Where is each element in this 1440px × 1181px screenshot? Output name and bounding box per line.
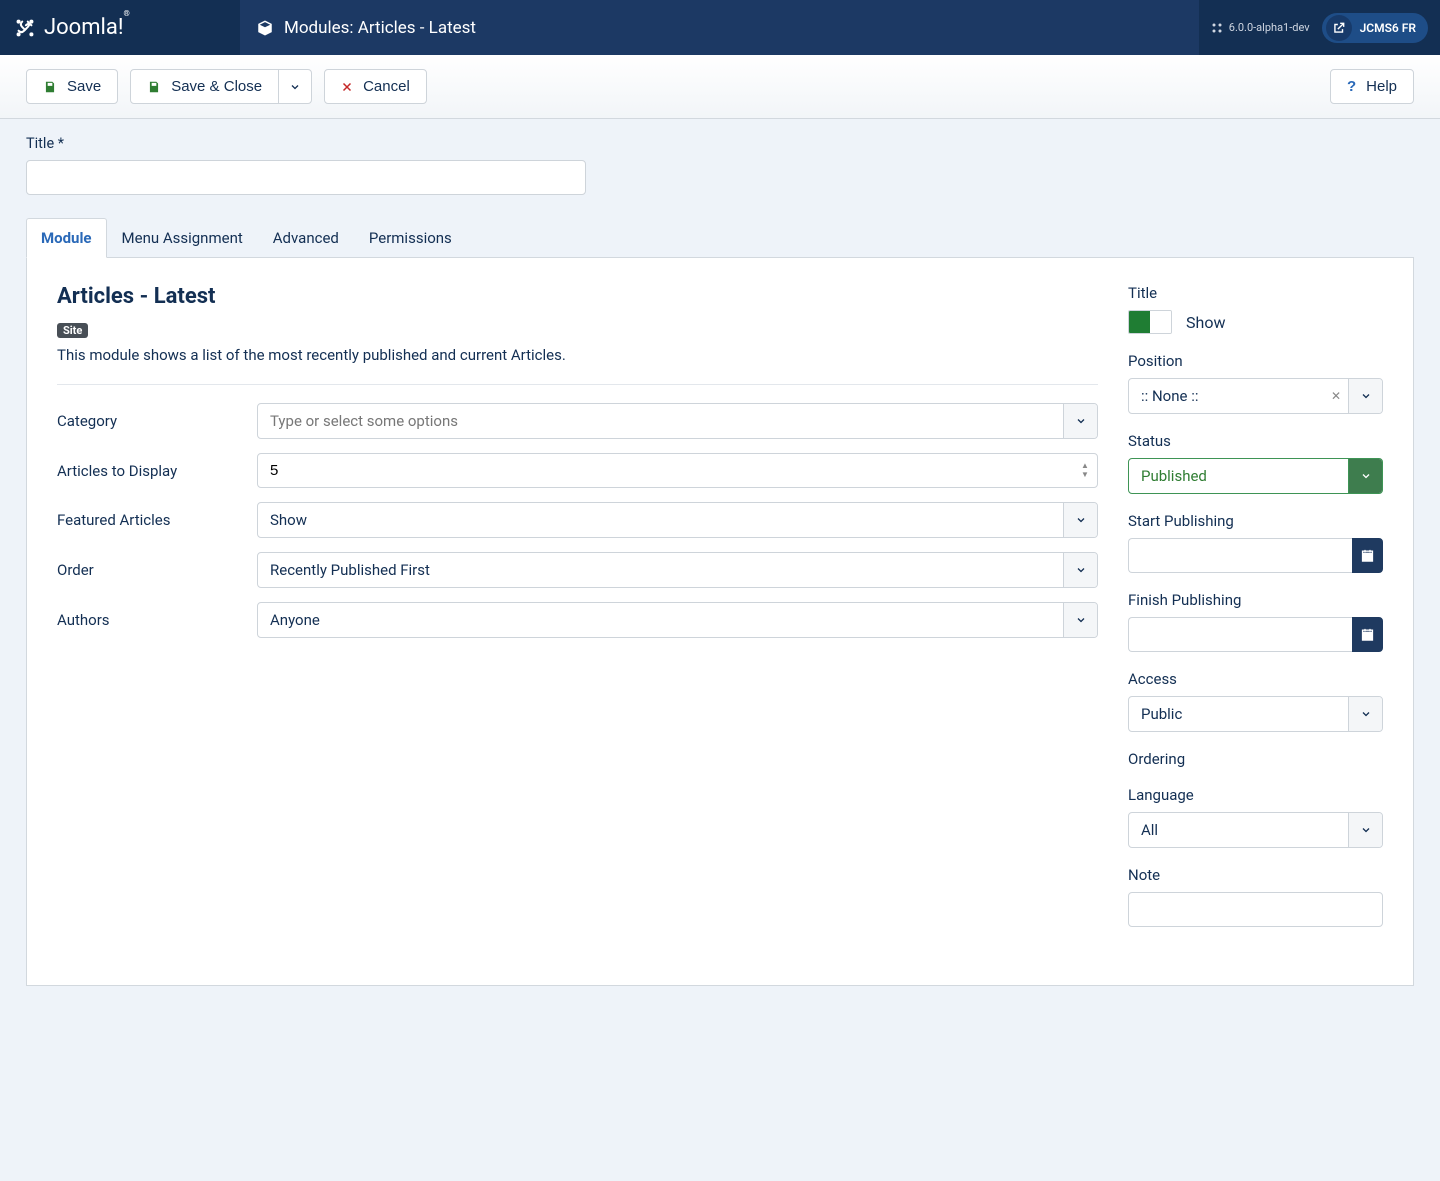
order-label: Order [57,561,257,579]
tab-menu-assignment[interactable]: Menu Assignment [107,218,258,258]
tab-advanced[interactable]: Advanced [258,218,354,258]
page-title: Modules: Articles - Latest [240,0,1199,55]
note-label: Note [1128,866,1383,884]
side-title-label: Title [1128,284,1383,302]
calendar-button[interactable] [1352,538,1383,573]
save-dropdown-toggle[interactable] [278,69,312,104]
count-input[interactable] [257,453,1098,488]
calendar-icon [1360,627,1375,642]
featured-select[interactable]: Show [257,502,1098,538]
side-column: Title Show Position :: None :: ✕ Status … [1128,284,1383,945]
brand[interactable]: Joomla!® [0,0,240,55]
tab-bar: Module Menu Assignment Advanced Permissi… [26,217,1414,258]
chevron-down-icon [1348,379,1382,413]
title-field-row: Title * [0,119,1440,195]
featured-label: Featured Articles [57,511,257,529]
title-label: Title * [26,135,1414,152]
chevron-down-icon [1063,553,1097,587]
number-spinner[interactable]: ▲▼ [1078,458,1092,482]
category-select[interactable]: Type or select some options [257,403,1098,439]
chevron-down-icon [1063,603,1097,637]
save-close-button[interactable]: Save & Close [130,69,279,104]
position-select[interactable]: :: None :: ✕ [1128,378,1383,414]
finish-publish-label: Finish Publishing [1128,591,1383,609]
divider [57,384,1098,385]
tab-module[interactable]: Module [26,218,107,258]
language-select[interactable]: All [1128,812,1383,848]
show-title-value: Show [1186,313,1225,332]
external-link-icon [1326,15,1352,41]
save-button[interactable]: Save [26,69,118,104]
position-label: Position [1128,352,1383,370]
close-icon [341,81,353,93]
module-description: This module shows a list of the most rec… [57,346,1098,364]
show-title-switch[interactable] [1128,310,1172,334]
chevron-down-icon [289,81,301,93]
help-button[interactable]: ? Help [1330,69,1414,104]
save-icon [43,80,57,94]
status-select[interactable]: Published [1128,458,1383,494]
toolbar: Save Save & Close Cancel ? Help [0,55,1440,119]
chevron-down-icon [1063,503,1097,537]
title-input[interactable] [26,160,586,195]
chevron-down-icon [1348,813,1382,847]
chevron-down-icon [1348,459,1382,493]
start-publish-label: Start Publishing [1128,512,1383,530]
brand-name: Joomla!® [44,15,130,40]
calendar-button[interactable] [1352,617,1383,652]
chevron-down-icon [1348,697,1382,731]
language-label: Language [1128,786,1383,804]
count-label: Articles to Display [57,462,257,480]
cancel-button[interactable]: Cancel [324,69,427,104]
top-bar: Joomla!® Modules: Articles - Latest 6.0.… [0,0,1440,55]
save-icon [147,80,161,94]
order-select[interactable]: Recently Published First [257,552,1098,588]
authors-label: Authors [57,611,257,629]
category-label: Category [57,412,257,430]
chevron-down-icon [1063,404,1097,438]
ordering-label: Ordering [1128,750,1383,768]
start-publish-input[interactable] [1128,538,1352,573]
authors-select[interactable]: Anyone [257,602,1098,638]
joomla-logo-icon [14,17,36,39]
access-select[interactable]: Public [1128,696,1383,732]
joomla-small-icon [1211,22,1223,34]
cube-icon [256,19,274,37]
calendar-icon [1360,548,1375,563]
access-label: Access [1128,670,1383,688]
clear-icon[interactable]: ✕ [1324,379,1348,413]
main-column: Articles - Latest Site This module shows… [57,284,1098,945]
save-close-group: Save & Close [130,69,312,104]
finish-publish-input[interactable] [1128,617,1352,652]
client-badge: Site [57,323,88,338]
help-icon: ? [1347,78,1356,95]
tab-permissions[interactable]: Permissions [354,218,467,258]
site-link[interactable]: JCMS6 FR [1322,13,1428,43]
note-input[interactable] [1128,892,1383,927]
version-label: 6.0.0-alpha1-dev [1199,21,1322,34]
status-label: Status [1128,432,1383,450]
module-heading: Articles - Latest [57,284,1098,309]
